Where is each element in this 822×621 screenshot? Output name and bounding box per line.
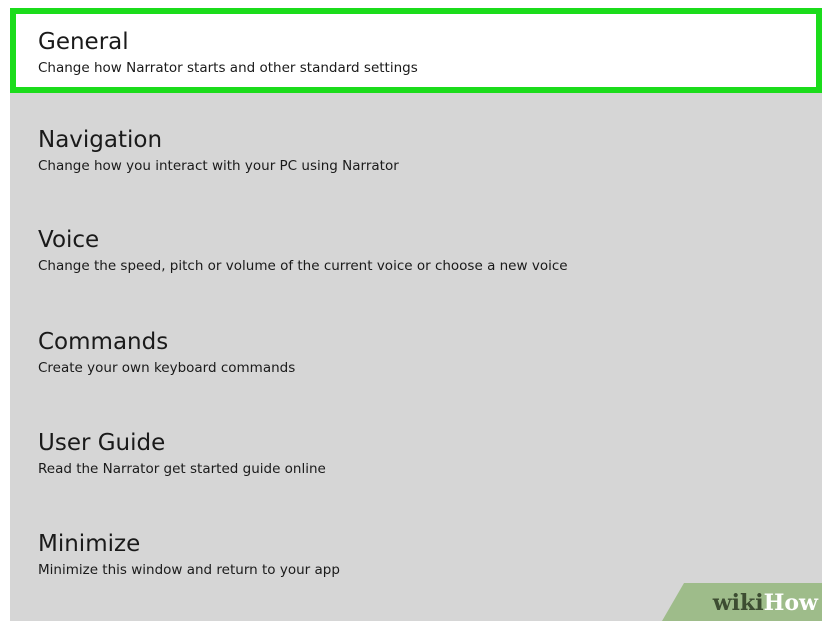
menu-item-commands[interactable]: Commands Create your own keyboard comman… — [10, 328, 822, 377]
wikihow-watermark: wikiHow — [662, 583, 822, 621]
menu-item-title: General — [38, 29, 129, 55]
menu-item-title: Commands — [38, 329, 169, 355]
wikihow-logo: wikiHow — [713, 590, 818, 616]
menu-item-navigation[interactable]: Navigation Change how you interact with … — [10, 126, 822, 175]
menu-item-title: Minimize — [38, 531, 141, 557]
narrator-settings-panel: General Change how Narrator starts and o… — [10, 8, 822, 621]
menu-item-description: Change how Narrator starts and other sta… — [38, 60, 418, 76]
menu-item-voice[interactable]: Voice Change the speed, pitch or volume … — [10, 226, 822, 275]
menu-item-description: Change the speed, pitch or volume of the… — [38, 258, 568, 274]
menu-item-description: Read the Narrator get started guide onli… — [38, 461, 326, 477]
menu-item-description: Change how you interact with your PC usi… — [38, 158, 399, 174]
menu-item-title: Voice — [38, 227, 100, 253]
watermark-wiki: wiki — [712, 590, 764, 616]
menu-item-description: Minimize this window and return to your … — [38, 562, 340, 578]
menu-item-title: User Guide — [38, 430, 166, 456]
menu-item-title: Navigation — [38, 127, 163, 153]
menu-item-user-guide[interactable]: User Guide Read the Narrator get started… — [10, 429, 822, 478]
watermark-how: How — [763, 590, 818, 616]
menu-item-minimize[interactable]: Minimize Minimize this window and return… — [10, 530, 822, 579]
menu-item-general[interactable]: General Change how Narrator starts and o… — [10, 8, 822, 93]
menu-item-description: Create your own keyboard commands — [38, 360, 296, 376]
